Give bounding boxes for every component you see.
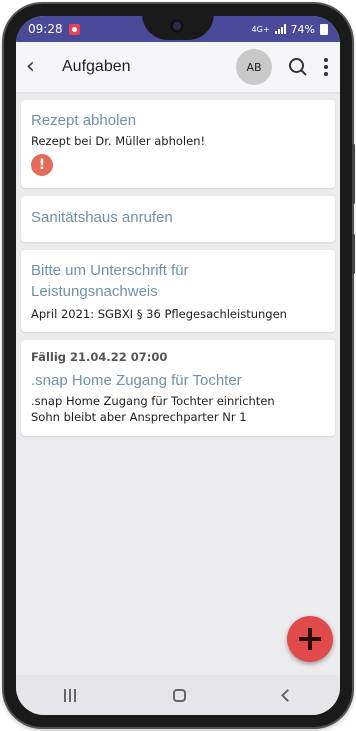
- camera-notch: [142, 16, 214, 40]
- back-icon[interactable]: ‹: [26, 56, 48, 78]
- task-title: Sanitätshaus anrufen: [31, 209, 173, 226]
- alert-icon: !: [31, 154, 53, 176]
- volume-button: [352, 144, 355, 204]
- battery-icon: [320, 23, 328, 35]
- search-icon[interactable]: [288, 57, 308, 77]
- screen: 09:28 4G+ 74% ‹ Aufgaben AB Rezept abhol…: [16, 16, 340, 715]
- task-card[interactable]: Bitte um Unterschrift für Leistungsnachw…: [21, 250, 335, 332]
- task-list: Rezept abholen Rezept bei Dr. Müller abh…: [16, 92, 340, 452]
- notification-icon: [68, 23, 80, 35]
- avatar[interactable]: AB: [236, 49, 272, 85]
- power-button: [352, 234, 355, 274]
- camera-icon: [170, 19, 184, 33]
- battery-percentage: 74%: [290, 22, 315, 36]
- home-icon[interactable]: [172, 688, 186, 702]
- task-description: Rezept bei Dr. Müller abholen!: [31, 134, 206, 148]
- page-title: Aufgaben: [62, 58, 131, 75]
- task-title: Rezept abholen: [31, 112, 137, 129]
- task-title: .snap Home Zugang für Tochter: [31, 372, 242, 389]
- app-bar: ‹ Aufgaben AB: [16, 42, 340, 92]
- signal-icon: [274, 24, 286, 34]
- status-bar: 09:28 4G+ 74%: [16, 16, 340, 42]
- task-description-line1: .snap Home Zugang für Tochter einrichten: [31, 394, 275, 408]
- task-card[interactable]: Sanitätshaus anrufen: [21, 196, 335, 242]
- task-due-date: Fällig 21.04.22 07:00: [31, 350, 168, 364]
- status-indicators: 4G+ 74%: [252, 23, 328, 36]
- task-description: April 2021: SGBXI § 36 Pflegesachleistun…: [31, 307, 287, 321]
- task-card[interactable]: Rezept abholen Rezept bei Dr. Müller abh…: [21, 100, 335, 188]
- task-title-line1: Bitte um Unterschrift für: [31, 262, 189, 279]
- task-card[interactable]: Fällig 21.04.22 07:00 .snap Home Zugang …: [21, 340, 335, 436]
- status-time: 09:28: [28, 22, 63, 36]
- back-nav-icon[interactable]: [280, 688, 294, 702]
- more-vert-icon[interactable]: [322, 58, 330, 76]
- network-label: 4G+: [251, 24, 270, 34]
- add-task-button[interactable]: [287, 616, 333, 662]
- task-description-line2: Sohn bleibt aber Ansprechparter Nr 1: [31, 410, 247, 424]
- phone-frame: 09:28 4G+ 74% ‹ Aufgaben AB Rezept abhol…: [4, 4, 355, 727]
- recent-apps-icon[interactable]: [64, 688, 77, 702]
- plus-icon: [299, 628, 321, 650]
- system-nav-bar: [16, 675, 340, 715]
- task-title-line2: Leistungsnachweis: [31, 283, 158, 300]
